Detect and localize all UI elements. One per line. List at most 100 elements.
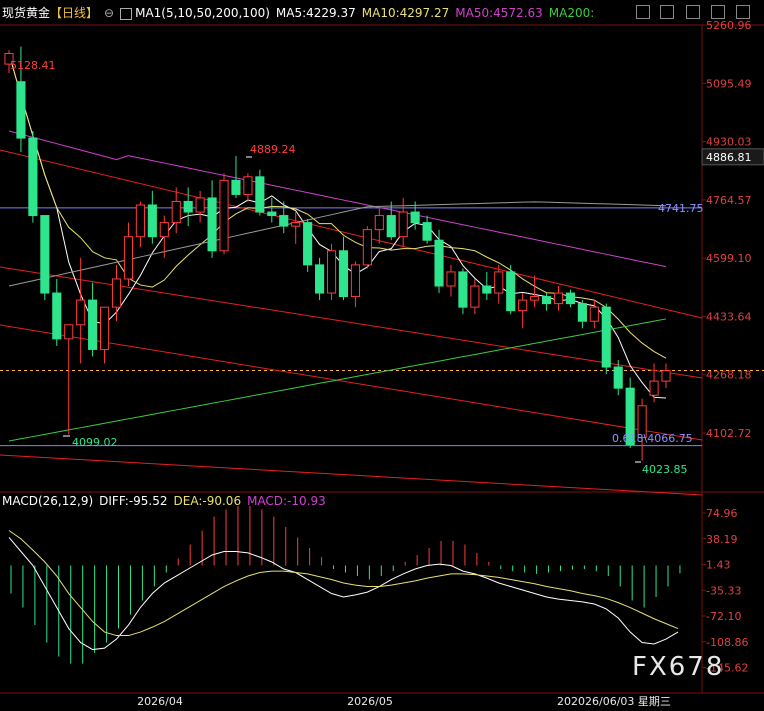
candle-body bbox=[470, 285, 480, 308]
x-label-apr: 2026/04 bbox=[137, 695, 183, 707]
macd-diff: DIFF:-95.52 bbox=[99, 494, 168, 508]
candle-body bbox=[16, 81, 26, 139]
candle-body bbox=[100, 306, 110, 350]
candle-body bbox=[326, 250, 337, 294]
x-label-jun: 202026/06/03 星期三 bbox=[557, 695, 671, 707]
annotation-4889: 4889.24 bbox=[250, 143, 296, 156]
candle-body bbox=[661, 370, 671, 382]
ma100-line bbox=[8, 201, 667, 287]
candle-body bbox=[111, 278, 122, 308]
candle-body bbox=[589, 306, 599, 322]
candle-body bbox=[40, 215, 50, 294]
y-tick-label: 4102.72 bbox=[706, 427, 752, 440]
candle-body bbox=[135, 204, 145, 238]
y-tick-label: 4930.03 bbox=[706, 136, 752, 149]
candle-body bbox=[279, 215, 289, 227]
candle-body bbox=[147, 204, 157, 238]
period-label[interactable]: 【日线】 bbox=[50, 6, 98, 20]
candle-body bbox=[267, 211, 277, 217]
candle-body bbox=[52, 292, 62, 340]
candle-body bbox=[195, 197, 205, 213]
macd-tick-label: 74.96 bbox=[706, 507, 738, 520]
candle-body bbox=[601, 306, 611, 368]
candle-body bbox=[506, 271, 516, 312]
candle-body bbox=[159, 222, 169, 238]
settings-icon[interactable]: ⊖ bbox=[104, 6, 114, 20]
candle-body bbox=[291, 222, 301, 227]
candle-body bbox=[530, 296, 540, 301]
ma10-value: MA10:4297.27 bbox=[361, 6, 450, 20]
candle-body bbox=[171, 200, 181, 224]
y-tick-label: 4433.64 bbox=[706, 310, 752, 323]
candle-body bbox=[613, 366, 623, 389]
ma-label: MA1(5,10,50,200,100) bbox=[135, 6, 270, 20]
candle-body bbox=[422, 222, 432, 241]
candle-body bbox=[362, 229, 372, 266]
chart-canvas: 5260.96 5095.49 4930.03 4764.57 4599.10 4433.… bbox=[0, 0, 764, 708]
candle-body bbox=[350, 264, 360, 298]
candle-body bbox=[64, 324, 74, 340]
candle-body bbox=[88, 299, 98, 350]
candle-body bbox=[255, 176, 265, 213]
candle-body bbox=[541, 296, 552, 305]
annotation-high: 5128.41 bbox=[10, 59, 56, 72]
candle-body bbox=[123, 236, 134, 280]
candle-body bbox=[398, 211, 408, 238]
toolbar-button-3-icon[interactable] bbox=[686, 5, 700, 19]
ma-indicator-icon[interactable] bbox=[120, 7, 133, 20]
candle-body bbox=[76, 299, 86, 326]
macd-tick-label: -72.10 bbox=[706, 610, 741, 623]
y-tick-label: 4599.10 bbox=[706, 252, 752, 265]
candle-body bbox=[410, 211, 420, 224]
candle-body bbox=[494, 271, 504, 294]
macd-tick-label: -108.86 bbox=[706, 636, 748, 649]
candle-body bbox=[553, 292, 564, 305]
macd-dea-line bbox=[8, 530, 679, 637]
candle-body bbox=[231, 179, 241, 195]
ma50-value: MA50:4572.63 bbox=[455, 6, 543, 20]
candle-body bbox=[577, 303, 587, 322]
annotation-fib: 0.618\4066.75 bbox=[612, 432, 693, 445]
x-label-may: 2026/05 bbox=[347, 695, 393, 707]
candle-body bbox=[243, 176, 253, 195]
annotation-4023: 4023.85 bbox=[642, 463, 688, 476]
candle-body bbox=[386, 215, 396, 238]
macd-dea: DEA:-90.06 bbox=[173, 494, 242, 508]
symbol-label: 现货黄金 bbox=[2, 6, 51, 20]
toolbar-button-4-icon[interactable] bbox=[711, 5, 725, 19]
y-tick-label: 5095.49 bbox=[706, 77, 752, 90]
macd-tick-label: 38.19 bbox=[706, 533, 738, 546]
candle-body bbox=[446, 271, 456, 287]
macd-header: MACD(26,12,9) DIFF:-95.52 DEA:-90.06 MACD:-… bbox=[2, 494, 332, 508]
candle-body bbox=[649, 380, 659, 396]
macd-tick-label: 1.43 bbox=[706, 559, 731, 572]
toolbar-button-1-icon[interactable] bbox=[636, 5, 650, 19]
annotation-low: 4099.02 bbox=[72, 436, 118, 449]
candle-body bbox=[183, 200, 193, 213]
candle-body bbox=[434, 239, 444, 287]
ma5-value: MA5:4229.37 bbox=[275, 6, 356, 20]
macd-diff-line bbox=[8, 537, 679, 651]
chart-svg: 5260.965095.494930.034764.574599.104433.… bbox=[0, 19, 764, 708]
macd-label: MACD(26,12,9) bbox=[2, 494, 94, 508]
candle-body bbox=[374, 215, 384, 231]
macd-tick-label: -35.33 bbox=[706, 584, 741, 597]
candle-body bbox=[565, 292, 575, 305]
channel-line bbox=[0, 454, 703, 496]
current-price-label: 4886.81 bbox=[706, 151, 752, 164]
candle-body bbox=[28, 137, 38, 217]
candle-body bbox=[315, 264, 325, 294]
candle-body bbox=[207, 197, 217, 252]
y-tick-label: 4764.57 bbox=[706, 194, 752, 207]
ma50-line bbox=[8, 130, 667, 268]
toolbar-button-5-icon[interactable] bbox=[736, 5, 750, 19]
candle-body bbox=[518, 299, 528, 312]
candle-body bbox=[219, 179, 229, 252]
ma200-value: MA200: bbox=[548, 6, 595, 20]
candle-body bbox=[338, 250, 349, 298]
macd-value: MACD:-10.93 bbox=[247, 494, 326, 508]
candle-body bbox=[458, 271, 468, 308]
candle-body bbox=[303, 222, 313, 266]
toolbar-button-2-icon[interactable] bbox=[660, 5, 674, 19]
watermark: FX678 bbox=[632, 652, 725, 682]
